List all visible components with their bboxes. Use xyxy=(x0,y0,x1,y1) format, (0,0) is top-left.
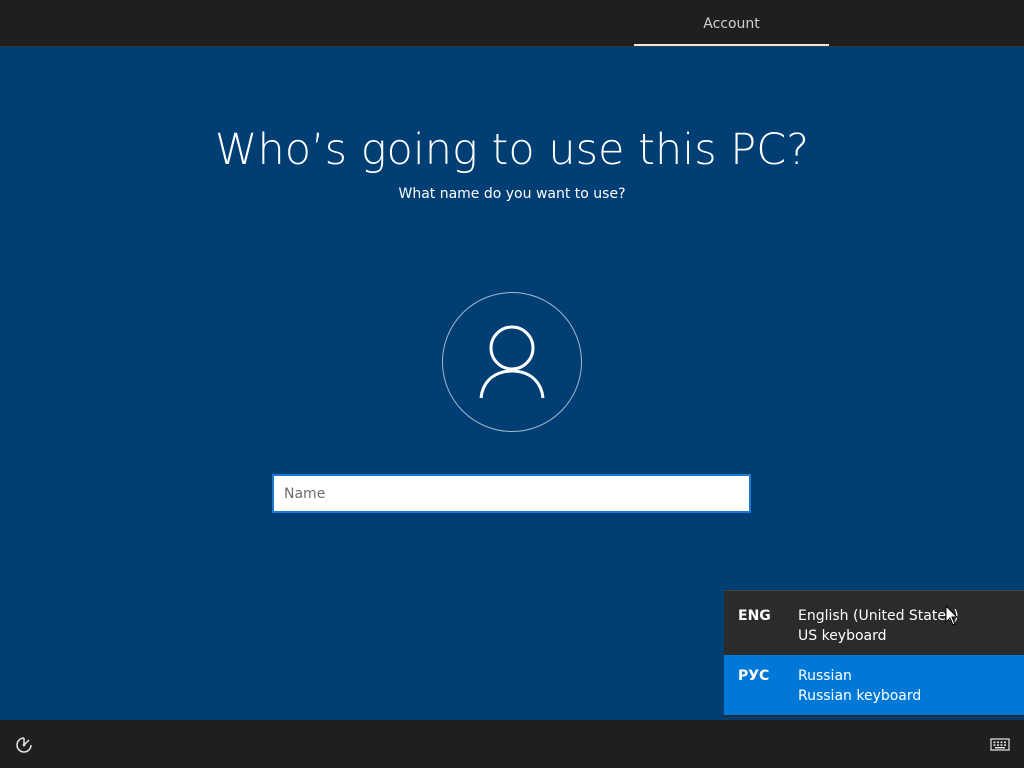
page-subtitle: What name do you want to use? xyxy=(398,186,626,202)
language-name: Russian xyxy=(798,668,852,684)
language-item-rus[interactable]: РУС Russian Russian keyboard xyxy=(724,655,1024,715)
keyboard-layout: Russian keyboard xyxy=(798,688,922,704)
page-title: Who’s going to use this PC? xyxy=(214,125,810,175)
mouse-pointer-icon xyxy=(945,605,959,626)
language-item-eng[interactable]: ENG English (United States) US keyboard xyxy=(724,595,1024,655)
language-code: ENG xyxy=(738,608,771,624)
ease-of-access-icon[interactable] xyxy=(15,736,33,754)
oobe-screen: Account Who’s going to use this PC? What… xyxy=(0,0,1024,768)
keyboard-layout: US keyboard xyxy=(798,628,887,644)
user-icon xyxy=(479,325,545,399)
language-name: English (United States) xyxy=(798,608,959,624)
avatar xyxy=(442,292,582,432)
bottom-bar xyxy=(0,720,1024,768)
language-code: РУС xyxy=(738,668,770,684)
tab-account[interactable]: Account xyxy=(634,0,829,46)
keyboard-icon[interactable] xyxy=(990,736,1010,752)
top-bar: Account xyxy=(0,0,1024,47)
language-menu: ENG English (United States) US keyboard … xyxy=(724,590,1024,717)
name-input[interactable] xyxy=(272,474,751,513)
